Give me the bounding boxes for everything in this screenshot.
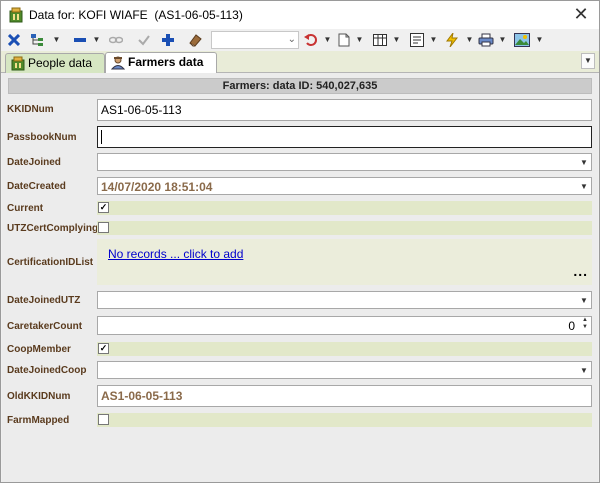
text-cursor bbox=[101, 130, 102, 144]
image-icon[interactable] bbox=[514, 32, 530, 48]
current-row: ✓ bbox=[97, 201, 592, 215]
grid-dropdown-icon[interactable]: ▼ bbox=[393, 32, 401, 48]
kkidnum-label: KKIDNum bbox=[7, 104, 54, 115]
new-document-dropdown-icon[interactable]: ▼ bbox=[356, 32, 364, 48]
hierarchy-icon[interactable] bbox=[29, 32, 45, 48]
grid-icon[interactable] bbox=[372, 32, 388, 48]
form-icon[interactable] bbox=[409, 32, 425, 48]
new-document-icon[interactable] bbox=[337, 32, 351, 48]
passbooknum-label: PassbookNum bbox=[7, 132, 77, 143]
coopmember-checkbox[interactable]: ✓ bbox=[98, 343, 109, 354]
print-dropdown-icon[interactable]: ▼ bbox=[499, 32, 507, 48]
oldkkidnum-field[interactable]: AS1-06-05-113 bbox=[97, 385, 592, 407]
datecreated-label: DateCreated bbox=[7, 181, 66, 192]
chevron-down-icon[interactable]: ▼ bbox=[577, 178, 591, 194]
add-icon[interactable] bbox=[161, 32, 175, 48]
toolbar-combobox[interactable]: ⌄ bbox=[211, 31, 299, 49]
undo-icon[interactable] bbox=[303, 32, 319, 48]
remove-dropdown-icon[interactable]: ▼ bbox=[93, 32, 101, 48]
title-bar: Data for: KOFI WIAFE (AS1-06-05-113) ✕ bbox=[1, 1, 599, 29]
eraser-icon[interactable] bbox=[187, 32, 203, 48]
lightning-icon[interactable] bbox=[445, 32, 459, 48]
passbooknum-field[interactable] bbox=[97, 126, 592, 148]
utzcertcomplying-label: UTZCertComplying bbox=[7, 223, 99, 234]
caretakercount-field[interactable]: 0 ▲ ▼ bbox=[97, 316, 592, 335]
hierarchy-dropdown-icon[interactable]: ▼ bbox=[53, 32, 61, 48]
tab-farmers-data-label: Farmers data bbox=[128, 55, 204, 69]
lightning-dropdown-icon[interactable]: ▼ bbox=[466, 32, 474, 48]
farmer-icon bbox=[110, 55, 126, 75]
undo-dropdown-icon[interactable]: ▼ bbox=[324, 32, 332, 48]
tab-strip: People data Farmers data ▼ bbox=[1, 51, 599, 74]
tab-menu-button[interactable]: ▼ bbox=[581, 53, 595, 69]
kkidnum-value: AS1-06-05-113 bbox=[101, 103, 182, 117]
current-checkbox[interactable]: ✓ bbox=[98, 202, 109, 213]
app-icon bbox=[9, 7, 23, 23]
coopmember-label: CoopMember bbox=[7, 344, 71, 355]
certificationidlist-box: No records ... click to add ... bbox=[97, 239, 592, 285]
print-icon[interactable] bbox=[478, 32, 494, 48]
delete-icon[interactable] bbox=[7, 32, 21, 48]
datejoined-label: DateJoined bbox=[7, 157, 61, 168]
tab-farmers-data[interactable]: Farmers data bbox=[105, 52, 217, 74]
form-content: Farmers: data ID: 540,027,635 KKIDNum AS… bbox=[2, 73, 598, 482]
remove-icon[interactable] bbox=[73, 32, 87, 48]
kkidnum-field[interactable]: AS1-06-05-113 bbox=[97, 99, 592, 121]
farmmapped-checkbox[interactable] bbox=[98, 414, 109, 425]
chevron-down-icon[interactable]: ▼ bbox=[577, 292, 591, 308]
caretakercount-value: 0 bbox=[568, 319, 575, 333]
add-certification-link[interactable]: No records ... click to add bbox=[108, 247, 243, 261]
caretakercount-label: CaretakerCount bbox=[7, 321, 83, 332]
more-options-icon[interactable]: ... bbox=[573, 263, 588, 279]
chevron-down-icon[interactable]: ▼ bbox=[577, 362, 591, 378]
spin-arrows-icon[interactable]: ▲ ▼ bbox=[579, 317, 591, 334]
toolbar: ▼ ▼ ⌄ ▼ ▼ ▼ ▼ ▼ ▼ ▼ bbox=[1, 29, 599, 51]
utzcertcomplying-checkbox[interactable] bbox=[98, 222, 109, 233]
oldkkidnum-label: OldKKIDNum bbox=[7, 391, 71, 402]
chevron-down-icon[interactable]: ▼ bbox=[577, 154, 591, 170]
datecreated-field[interactable]: 14/07/2020 18:51:04 ▼ bbox=[97, 177, 592, 195]
link-icon[interactable] bbox=[109, 32, 123, 48]
chevron-down-icon: ⌄ bbox=[287, 34, 296, 45]
certificationidlist-label: CertificationIDList bbox=[7, 257, 94, 268]
tab-people-data-label: People data bbox=[28, 56, 93, 70]
current-label: Current bbox=[7, 203, 44, 214]
coopmember-row: ✓ bbox=[97, 342, 592, 356]
farmmapped-label: FarmMapped bbox=[7, 415, 70, 426]
datejoinedutz-field[interactable]: ▼ bbox=[97, 291, 592, 309]
form-dropdown-icon[interactable]: ▼ bbox=[430, 32, 438, 48]
datejoinedutz-label: DateJoinedUTZ bbox=[7, 295, 81, 306]
oldkkidnum-value: AS1-06-05-113 bbox=[101, 389, 183, 403]
farmmapped-row bbox=[97, 413, 592, 427]
record-header: Farmers: data ID: 540,027,635 bbox=[8, 78, 592, 94]
close-icon[interactable]: ✕ bbox=[571, 5, 591, 25]
datejoinedcoop-label: DateJoinedCoop bbox=[7, 365, 87, 376]
window-title: Data for: KOFI WIAFE (AS1-06-05-113) bbox=[29, 8, 243, 22]
image-dropdown-icon[interactable]: ▼ bbox=[536, 32, 544, 48]
datejoined-field[interactable]: ▼ bbox=[97, 153, 592, 171]
utzcertcomplying-row bbox=[97, 221, 592, 235]
tab-people-data[interactable]: People data bbox=[5, 53, 105, 73]
record-window: Data for: KOFI WIAFE (AS1-06-05-113) ✕ ▼… bbox=[0, 0, 600, 483]
datecreated-value: 14/07/2020 18:51:04 bbox=[101, 180, 213, 194]
datejoinedcoop-field[interactable]: ▼ bbox=[97, 361, 592, 379]
confirm-icon[interactable] bbox=[137, 32, 151, 48]
